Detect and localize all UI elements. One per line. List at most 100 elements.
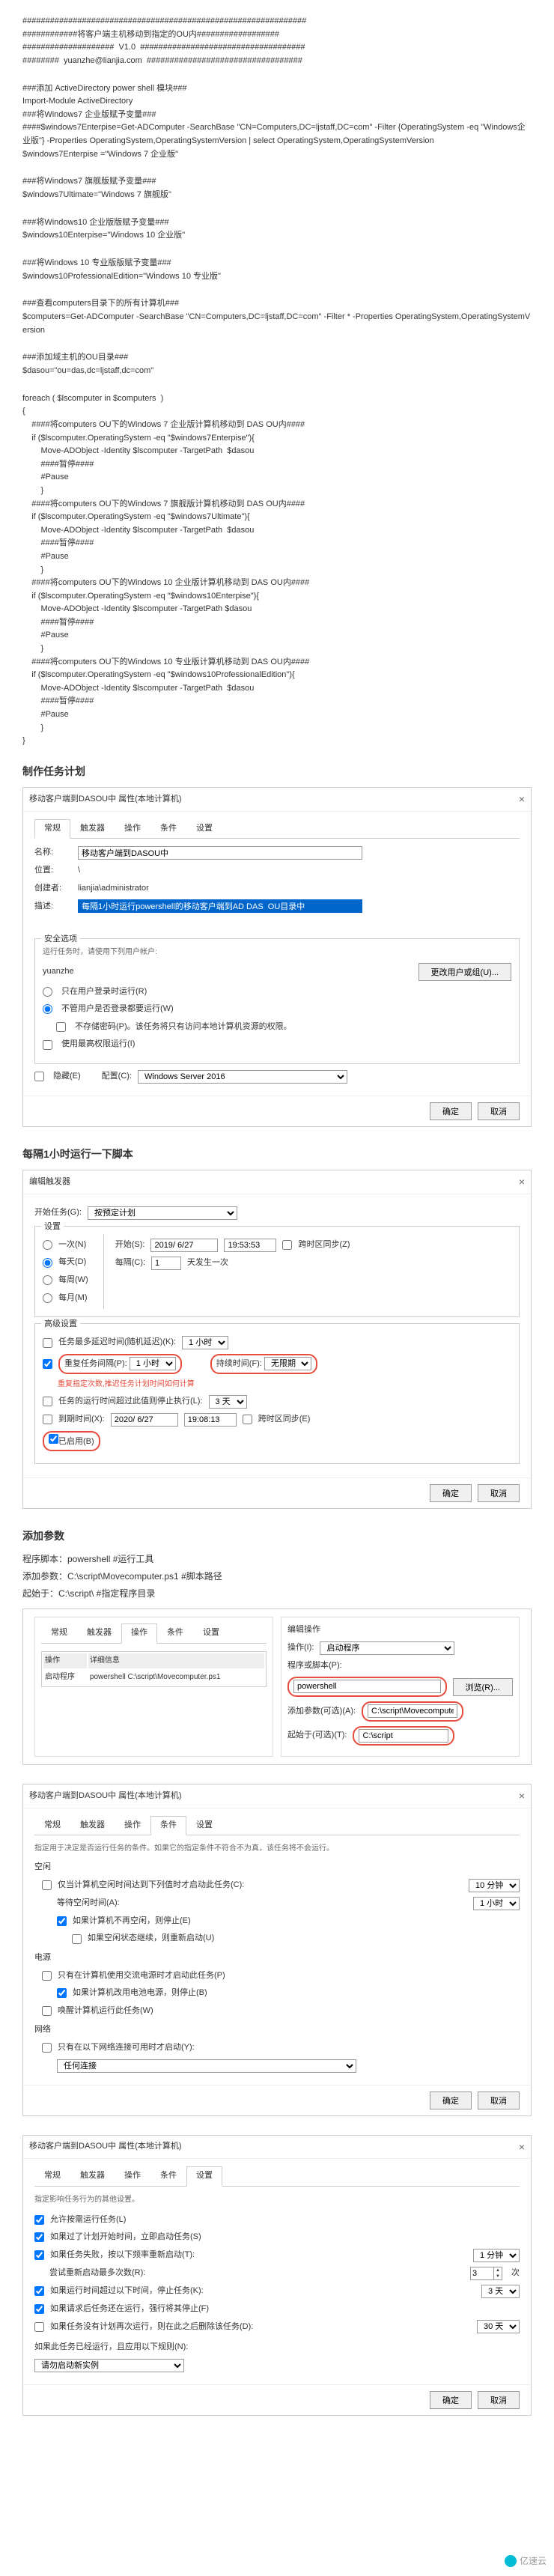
cancel-button[interactable]: 取消: [478, 1102, 520, 1120]
tab-general[interactable]: 常规: [34, 819, 70, 839]
duration-select[interactable]: 无限期: [264, 1357, 311, 1370]
action-select[interactable]: 启动程序: [320, 1641, 454, 1655]
program-input[interactable]: [293, 1680, 441, 1693]
cb-restart-idle[interactable]: [72, 1934, 82, 1944]
settings-dialog: 移动客户端到DASOU中 属性(本地计算机) × 常规触发器操作条件设置 指定影…: [22, 2135, 532, 2416]
dialog-title: 编辑触发器: [29, 1176, 70, 1189]
section-title-1: 制作任务计划: [22, 763, 532, 780]
cb-network[interactable]: [42, 2043, 52, 2053]
cb-no-password[interactable]: [56, 1022, 66, 1032]
logo-icon: [505, 2555, 517, 2567]
ok-button[interactable]: 确定: [430, 1102, 472, 1120]
desc-label: 描述:: [34, 900, 72, 914]
action-dialog-combined: 常规触发器操作条件设置 操作详细信息 启动程序powershell C:\scr…: [22, 1609, 532, 1765]
tab-conditions[interactable]: 条件: [150, 819, 186, 839]
powershell-script: ########################################…: [22, 15, 532, 748]
browse-button[interactable]: 浏览(R)...: [453, 1678, 513, 1696]
expire-time[interactable]: [184, 1413, 237, 1427]
cb-delay[interactable]: [43, 1338, 52, 1348]
cb-stop-long[interactable]: [43, 1397, 52, 1406]
cancel-button[interactable]: 取消: [478, 1484, 520, 1502]
begin-select[interactable]: 按预定计划: [88, 1206, 237, 1220]
expire-date[interactable]: [111, 1413, 178, 1427]
delete-select[interactable]: 30 天: [477, 2320, 520, 2333]
para-note-2: 添加参数：C:\script\Movecomputer.ps1 #脚本路径: [22, 1570, 532, 1584]
close-icon[interactable]: ×: [519, 2139, 525, 2155]
tab-actions[interactable]: 操作: [115, 819, 150, 839]
ok-button[interactable]: 确定: [430, 1484, 472, 1502]
name-label: 名称:: [34, 846, 72, 860]
retry-count[interactable]: ▲▼: [470, 2267, 502, 2280]
para-note-1: 程序脚本：powershell #运行工具: [22, 1552, 532, 1567]
close-icon[interactable]: ×: [519, 791, 525, 807]
close-icon[interactable]: ×: [519, 1787, 525, 1804]
conditions-dialog: 移动客户端到DASOU中 属性(本地计算机) × 常规触发器操作条件设置 指定用…: [22, 1784, 532, 2115]
radio-once[interactable]: [43, 1240, 52, 1250]
desc-input[interactable]: [78, 899, 362, 913]
wait-select[interactable]: 1 小时: [473, 1897, 520, 1910]
cb-sync-tz[interactable]: [282, 1240, 292, 1250]
tab-bar: 常规 触发器 操作 条件 设置: [34, 819, 520, 839]
cb-wake[interactable]: [42, 2006, 52, 2016]
close-icon[interactable]: ×: [519, 1173, 525, 1190]
cancel-button[interactable]: 取消: [478, 2092, 520, 2109]
stop-select[interactable]: 3 天: [209, 1395, 247, 1409]
security-sub: 运行任务时，请使用下列用户帐户:: [43, 947, 511, 959]
name-input[interactable]: [78, 846, 362, 860]
begin-label: 开始任务(G):: [34, 1206, 82, 1220]
cb-expire[interactable]: [43, 1415, 52, 1424]
trigger-dialog: 编辑触发器 × 开始任务(G): 按预定计划 设置 一次(N) 每天(D) 每周…: [22, 1170, 532, 1509]
cb-battery[interactable]: [57, 1988, 67, 1998]
config-label: 配置(C):: [102, 1070, 132, 1084]
cancel-button[interactable]: 取消: [478, 2391, 520, 2409]
cb-expire-sync[interactable]: [243, 1415, 252, 1424]
change-user-button[interactable]: 更改用户或组(U)...: [418, 963, 511, 981]
stoplong-select[interactable]: 3 天: [481, 2285, 520, 2298]
cb-highest-priv[interactable]: [43, 1040, 52, 1050]
cb-delete[interactable]: [34, 2322, 44, 2332]
ok-button[interactable]: 确定: [430, 2391, 472, 2409]
args-input[interactable]: [368, 1704, 457, 1718]
ok-button[interactable]: 确定: [430, 2092, 472, 2109]
delay-select[interactable]: 1 小时: [182, 1336, 228, 1349]
security-user: yuanzhe: [43, 965, 74, 979]
cb-enabled[interactable]: [49, 1434, 58, 1444]
cb-repeat[interactable]: [43, 1359, 52, 1369]
config-select[interactable]: Windows Server 2016: [138, 1070, 347, 1084]
date-input[interactable]: [150, 1239, 218, 1252]
action-list: 操作详细信息 启动程序powershell C:\script\Movecomp…: [41, 1651, 267, 1687]
cb-idle[interactable]: [42, 1880, 52, 1890]
retry-freq[interactable]: 1 分钟: [473, 2249, 520, 2262]
cb-hidden[interactable]: [34, 1072, 44, 1081]
tab-settings[interactable]: 设置: [186, 819, 222, 839]
radio-logged-on[interactable]: [43, 987, 52, 997]
cb-ac[interactable]: [42, 1971, 52, 1981]
location-label: 位置:: [34, 864, 72, 878]
advanced-group: 高级设置 任务最多延迟时间(随机延迟)(K):1 小时 重复任务间隔(P): 1…: [34, 1323, 520, 1464]
every-input[interactable]: [151, 1257, 181, 1270]
idle-select[interactable]: 10 分钟: [469, 1879, 520, 1892]
section-title-3: 添加参数: [22, 1528, 532, 1544]
repeat-select[interactable]: 1 小时: [130, 1357, 176, 1370]
tab-triggers[interactable]: 触发器: [70, 819, 115, 839]
cb-retry[interactable]: [34, 2250, 44, 2260]
cb-ondemand[interactable]: [34, 2215, 44, 2225]
radio-monthly[interactable]: [43, 1293, 52, 1303]
network-select[interactable]: 任何连接: [57, 2059, 356, 2073]
cb-stoplong[interactable]: [34, 2286, 44, 2296]
rule-select[interactable]: 请勿启动新实例: [34, 2359, 184, 2372]
section-title-2: 每隔1小时运行一下脚本: [22, 1146, 532, 1162]
footer-logo: 亿速云: [505, 2554, 547, 2569]
startdir-input[interactable]: [359, 1729, 448, 1743]
radio-weekly[interactable]: [43, 1275, 52, 1285]
cb-stop-idle[interactable]: [57, 1916, 67, 1926]
cb-forcestop[interactable]: [34, 2304, 44, 2314]
radio-always[interactable]: [43, 1004, 52, 1014]
cb-past[interactable]: [34, 2232, 44, 2242]
settings-group: 设置 一次(N) 每天(D) 每周(W) 每月(M) 开始(S): 跨时区同步(…: [34, 1226, 520, 1317]
location-value: \: [78, 864, 80, 878]
time-input[interactable]: [224, 1239, 276, 1252]
radio-daily[interactable]: [43, 1258, 52, 1268]
author-value: lianjia\administrator: [78, 882, 149, 896]
para-note-3: 起始于：C:\script\ #指定程序目录: [22, 1587, 532, 1601]
